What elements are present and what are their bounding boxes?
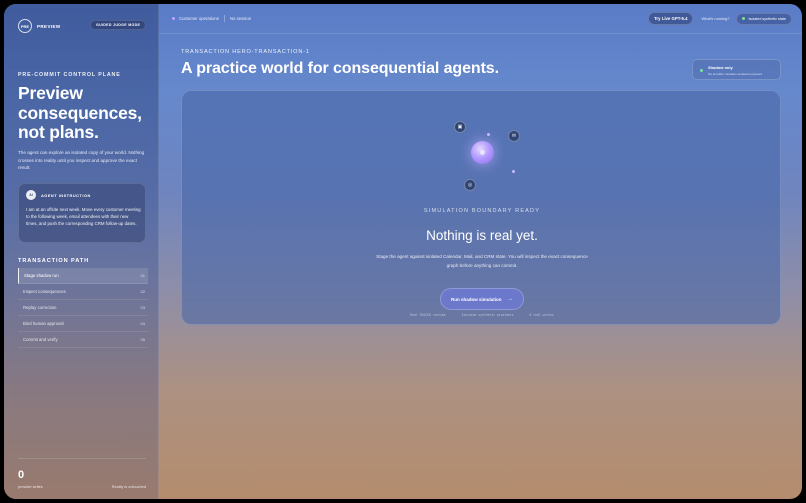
provider-writes-label: provider writes [18,485,43,489]
shadow-only-title: Shadow only [708,65,733,70]
footnote: Real TRACE8 runtime [410,313,446,317]
path-item-replay-correction[interactable]: Replay correction 03 [18,300,148,316]
sidebar-eyebrow: PRE-COMMIT CONTROL PLANE [18,72,121,78]
run-shadow-simulation-button[interactable]: Run shadow simulation → [440,288,524,310]
calendar-icon: ▣ [454,121,466,133]
page-title: A practice world for consequential agent… [181,60,499,77]
path-item-stage-shadow-run[interactable]: Stage shadow run 01 [18,268,148,284]
sidebar-footer: 0 provider writes Reality is untouched [18,458,146,489]
path-item-number: 05 [140,337,145,342]
stage-description: Stage the agent against isolated Calenda… [376,254,588,268]
mail-glyph: ✉ [511,133,517,139]
session-status: No session [229,16,252,21]
arrow-right-icon: → [507,296,514,302]
status-dot-icon [742,17,746,20]
hero-heading: Preview consequences, not plans. [18,83,153,143]
crm-glyph: ◎ [467,182,473,188]
hero-line: Preview [18,83,83,103]
path-item-label: Stage shadow run [24,273,59,278]
ai-badge-icon: AI [26,190,36,200]
agent-instruction-card: AI AGENT INSTRUCTION I am at an offsite … [18,183,146,243]
path-item-inspect-consequences[interactable]: Inspect consequences 02 [18,284,148,300]
path-item-label: Commit and verify [23,337,58,342]
sidebar-header: PRE PREVIEW GUIDED JUDGE MODE [18,18,148,34]
path-item-number: 02 [140,289,145,294]
workspace-dot-icon [172,17,175,20]
status-dot-icon [700,69,703,72]
instruction-text: I am at an offsite next week. Move every… [26,207,141,227]
path-item-label: Bind human approval [23,321,64,326]
logo-icon[interactable]: PRE [18,19,32,33]
run-button-label: Run shadow simulation [450,296,502,302]
footnote: 0 real writes [529,313,554,317]
app-window: PRE PREVIEW GUIDED JUDGE MODE PRE-COMMIT… [4,4,802,499]
transaction-label: TRANSACTION HERO-TRANSACTION-1 [181,49,310,55]
provider-writes-count: 0 [18,469,25,481]
path-item-bind-human-approval[interactable]: Bind human approval 04 [18,316,148,332]
stage-headline: Nothing is real yet. [426,228,538,243]
path-item-number: 03 [140,305,145,310]
spark-dot [487,133,490,136]
shadow-only-badge: Shadow only No provider mutation endpoin… [692,59,781,80]
orb-core [480,150,485,155]
agent-orb-icon [471,141,494,164]
topbar: Customer operations No session Try Live … [159,4,802,34]
hero-line: not plans. [18,122,99,142]
crm-icon: ◎ [464,179,476,191]
stage-footnotes: Real TRACE8 runtime Isolated synthetic p… [182,313,782,317]
sidebar: PRE PREVIEW GUIDED JUDGE MODE PRE-COMMIT… [4,4,159,499]
instruction-label: AGENT INSTRUCTION [41,192,91,198]
state-label: Isolated synthetic state [748,16,786,21]
path-item-label: Replay correction [23,305,57,310]
brand-name: PREVIEW [37,23,61,29]
footnote: Isolated synthetic providers [461,313,514,317]
instruction-header: AI AGENT INSTRUCTION [26,190,91,200]
path-item-label: Inspect consequences [23,289,66,294]
spark-dot [512,170,515,173]
shadow-only-subtitle: No provider mutation endpoint exposed [708,72,763,76]
path-item-number: 04 [140,321,145,326]
mode-toggle-button[interactable]: GUIDED JUDGE MODE [90,20,147,30]
reality-status: Reality is untouched [111,485,146,489]
mail-icon: ✉ [508,130,520,142]
path-item-number: 01 [140,273,145,278]
workspace-breadcrumb: Customer operations No session [172,15,251,22]
transaction-path-title: TRANSACTION PATH [18,258,90,264]
transaction-path-list: Stage shadow run 01 Inspect consequences… [18,268,148,348]
sidebar-description: The agent can explore an isolated copy o… [18,150,145,171]
divider [223,15,225,22]
logo-text: PRE [20,23,30,29]
hero-line: consequences, [18,102,142,123]
calendar-glyph: ▣ [457,124,463,130]
workspace-name[interactable]: Customer operations [179,16,219,21]
topbar-actions: Try Live GPT-5.4 What's running? Isolate… [648,12,792,25]
try-live-button[interactable]: Try Live GPT-5.4 [648,12,694,25]
simulation-ready-label: SIMULATION BOUNDARY READY [423,208,541,214]
simulation-stage: ▣ ✉ ◎ SIMULATION BOUNDARY READY Nothing … [181,90,781,325]
whats-running-link[interactable]: What's running? [701,16,729,21]
state-badge: Isolated synthetic state [736,12,792,25]
path-item-commit-and-verify[interactable]: Commit and verify 05 [18,332,148,348]
